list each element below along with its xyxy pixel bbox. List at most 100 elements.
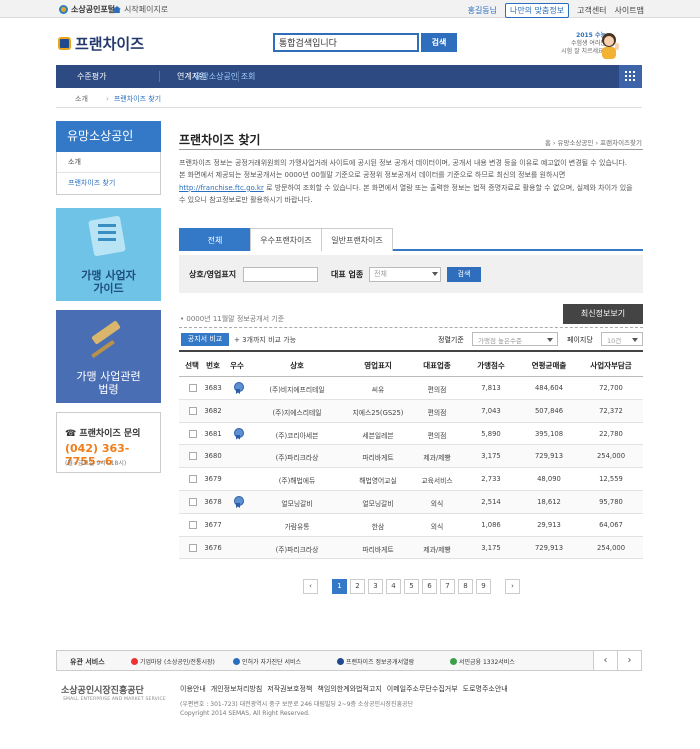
row-checkbox[interactable] <box>189 429 197 438</box>
table-row[interactable]: 3683 (주)비지에프리테일 씨유 편의점 7,813 484,604 72,700 <box>179 377 643 400</box>
promo-character-icon <box>602 33 619 59</box>
service-link-permit[interactable]: 인허가 자가진단 서비스 <box>233 657 301 666</box>
page-8[interactable]: 8 <box>458 579 473 594</box>
industry-select-value: 전체 <box>374 270 387 278</box>
cell-company[interactable]: (주)파리크라상 <box>257 544 337 554</box>
phone-icon: ☎ <box>65 429 80 439</box>
table-row[interactable]: 3677 가람유통 한삼 외식 1,086 29,913 64,067 <box>179 514 643 537</box>
cell-company[interactable]: (주)비지에프리테일 <box>257 384 337 394</box>
sidebar-item-intro[interactable]: 소개 <box>57 152 160 173</box>
page-size-value: 10건 <box>607 337 622 345</box>
col-select: 선택 <box>185 361 199 370</box>
cell-sales: 395,108 <box>534 429 564 438</box>
ftc-link[interactable]: http://franchise.ftc.go.kr <box>179 184 264 192</box>
footer-link-disclaimer[interactable]: 책임의한계와법적고지 <box>317 684 386 694</box>
location-path: 홈 › 유망소상공인 › 프랜차이즈찾기 <box>544 139 642 147</box>
company-name-input[interactable] <box>243 267 318 282</box>
cell-company[interactable]: (주)해법에듀 <box>257 475 337 485</box>
service-link-finance[interactable]: 서민금융 1332서비스 <box>450 657 515 666</box>
table-row[interactable]: 3681 (주)코리아세븐 세븐일레븐 편의점 5,890 395,108 22,780 <box>179 423 643 446</box>
compare-button[interactable]: 공지서 비교 <box>181 333 229 346</box>
franchise-guide-banner[interactable]: 가맹 사업자 가이드 <box>56 208 161 301</box>
cell-sales: 18,612 <box>537 497 561 506</box>
table-row[interactable]: 3680 (주)파리크라상 파리바게트 제과/제빵 3,175 729,913 254,00… <box>179 445 643 469</box>
excellent-medal-icon <box>234 382 244 394</box>
footer-link-email[interactable]: 이메일주소무단수집거부 <box>387 684 463 694</box>
support-link[interactable]: 고객센터 <box>577 5 606 16</box>
cell-industry: 제과/제빵 <box>423 454 451 463</box>
page-5[interactable]: 5 <box>404 579 419 594</box>
table-row[interactable]: 3682 (주)지에스리테일 지에스25(GS25) 편의점 7,043 507,846 7… <box>179 399 643 423</box>
tab-all[interactable]: 전체 <box>179 228 251 251</box>
footer-link-copyright[interactable]: 저작권보호정책 <box>267 684 317 694</box>
pager-gap <box>321 579 329 594</box>
search-button[interactable]: 검색 <box>421 33 457 52</box>
banner2-line2: 법령 <box>98 383 119 396</box>
sort-select[interactable]: 가맹점 높은수준 <box>472 332 558 346</box>
row-checkbox[interactable] <box>189 543 197 552</box>
cell-company[interactable]: (주)지에스리테일 <box>257 407 337 417</box>
sitemap-link[interactable]: 사이트맵 <box>615 5 644 16</box>
row-checkbox[interactable] <box>189 520 197 529</box>
cell-company[interactable]: 가람유통 <box>257 521 337 531</box>
page-size-select[interactable]: 10건 <box>601 332 643 346</box>
page-4[interactable]: 4 <box>386 579 401 594</box>
service-link-franchise[interactable]: 프랜차이즈 정보공개서열람 <box>337 657 414 666</box>
breadcrumb-current[interactable]: 프랜차이즈 찾기 <box>106 94 161 104</box>
site-logo[interactable]: 프랜차이즈 <box>58 33 144 54</box>
cell-company[interactable]: 얼모닝갈비 <box>257 498 337 508</box>
footer-link-privacy[interactable]: 개인정보처리방침 <box>211 684 268 694</box>
sidebar-item-franchise-search[interactable]: 프랜차이즈 찾기 <box>57 173 160 194</box>
latest-info-button[interactable]: 최신정보보기 <box>563 304 643 324</box>
row-checkbox[interactable] <box>189 406 197 415</box>
nav-item-level[interactable]: 수준평가 <box>77 65 106 88</box>
footer-link-guide[interactable]: 이용안내 <box>180 684 211 694</box>
col-cost: 사업자부담금 <box>590 361 632 370</box>
filter-search-button[interactable]: 검색 <box>447 267 481 282</box>
row-checkbox[interactable] <box>189 384 197 392</box>
page-7[interactable]: 7 <box>440 579 455 594</box>
row-checkbox[interactable] <box>189 475 197 484</box>
portal-link[interactable]: 소상공인포털 <box>59 4 115 15</box>
next-page-button[interactable]: › <box>505 579 520 594</box>
page-3[interactable]: 3 <box>368 579 383 594</box>
pager-gap <box>494 579 502 594</box>
table-row[interactable]: 3679 (주)해법에듀 해법영어교실 교육서비스 2,733 48,090 12,559 <box>179 468 643 491</box>
cell-stores: 3,175 <box>481 452 501 461</box>
cell-company[interactable]: (주)파리크라상 <box>257 452 337 462</box>
table-row[interactable]: 3676 (주)파리크라상 파리바게트 제과/제빵 3,175 729,913 254,00… <box>179 536 643 560</box>
page-1[interactable]: 1 <box>332 579 347 594</box>
all-menu-button[interactable] <box>619 65 642 88</box>
page-9[interactable]: 9 <box>476 579 491 594</box>
franchise-law-banner[interactable]: 가맹 사업관련 법령 <box>56 310 161 403</box>
title-divider <box>179 149 643 150</box>
col-number: 번호 <box>206 361 220 370</box>
guide-lines-icon <box>98 224 116 227</box>
page-6[interactable]: 6 <box>422 579 437 594</box>
row-checkbox[interactable] <box>189 452 197 461</box>
services-next-button[interactable]: › <box>617 651 641 670</box>
cell-company[interactable]: (주)코리아세븐 <box>257 430 337 440</box>
cell-stores: 1,086 <box>481 520 501 529</box>
start-page-link[interactable]: 시작페이지로 <box>113 4 168 15</box>
brand-label: 프랜차이즈 <box>75 35 145 53</box>
cell-cost: 22,780 <box>599 429 623 438</box>
breadcrumb-intro[interactable]: 소개 <box>75 94 88 104</box>
search-input[interactable] <box>273 33 419 52</box>
sidebar-menu: 소개 프랜차이즈 찾기 <box>56 152 161 195</box>
nav-item-promising[interactable]: 유망소상공인 조회 <box>194 65 255 88</box>
services-prev-button[interactable]: ‹ <box>593 651 617 670</box>
home-icon <box>113 6 121 13</box>
page-2[interactable]: 2 <box>350 579 365 594</box>
custom-info-button[interactable]: 나만의 맞춤정보 <box>505 3 570 18</box>
prev-page-button[interactable]: ‹ <box>303 579 318 594</box>
tab-general[interactable]: 일반프랜차이즈 <box>321 228 393 251</box>
footer-logo: 소상공인시장진흥공단 <box>61 686 144 696</box>
service-link-bizinfo[interactable]: 기업마당 (소상공인/전통시장) <box>131 657 215 666</box>
user-menu[interactable]: 홍길동님 <box>468 5 497 16</box>
tab-excellent[interactable]: 우수프랜차이즈 <box>250 228 322 251</box>
row-checkbox[interactable] <box>189 497 197 506</box>
footer-link-address[interactable]: 도로명주소안내 <box>463 684 513 694</box>
finance-icon <box>450 658 457 665</box>
table-row[interactable]: 3678 얼모닝갈비 얼모닝갈비 외식 2,514 18,612 95,780 <box>179 490 643 514</box>
